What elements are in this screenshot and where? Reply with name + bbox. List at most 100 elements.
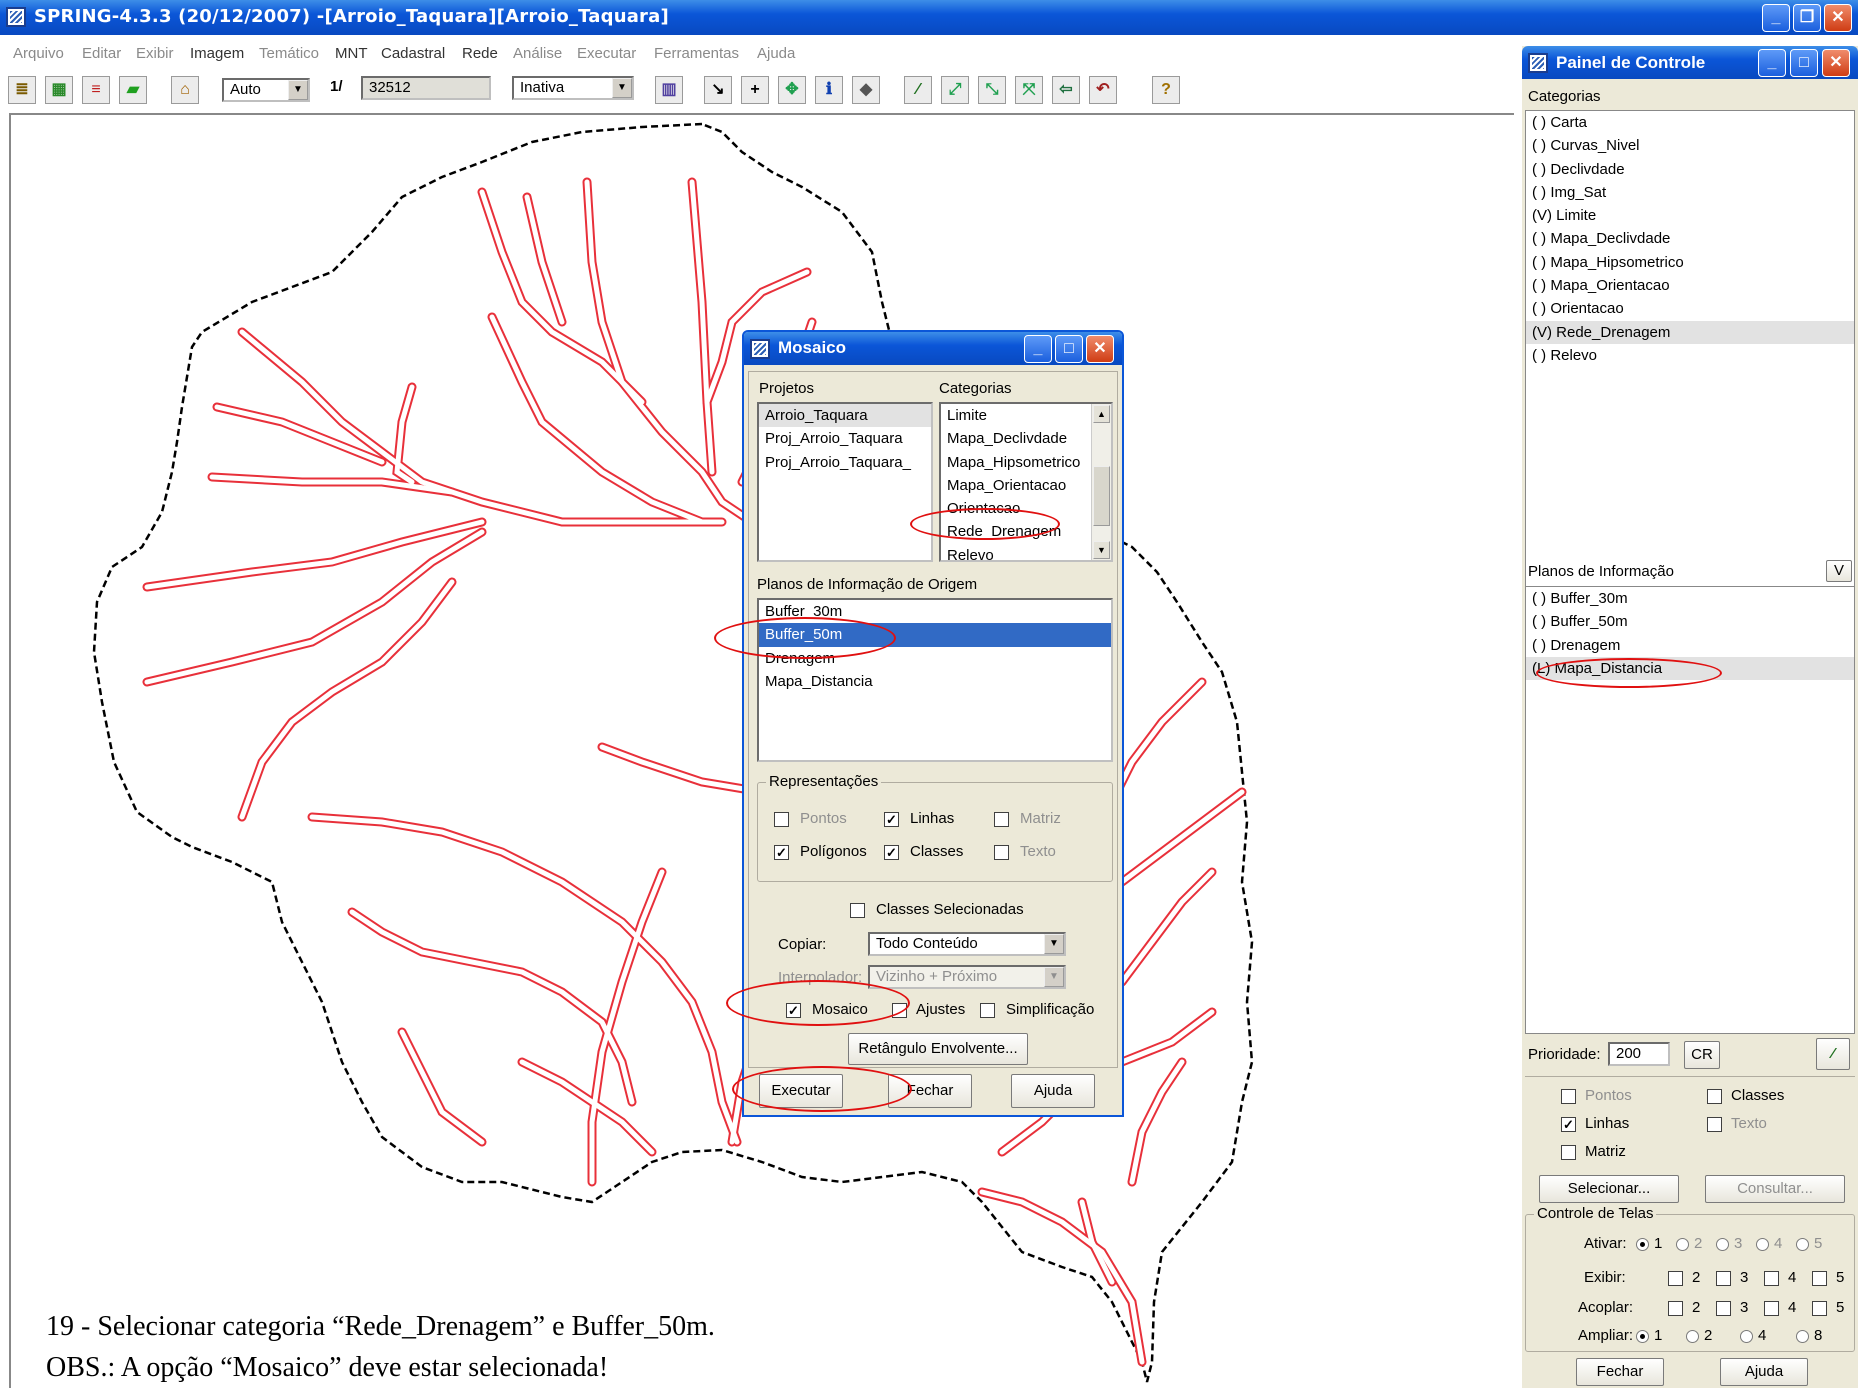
cursor-tool-icon[interactable]: ◆ <box>852 76 880 104</box>
ampliar-radio-1[interactable] <box>1636 1330 1649 1343</box>
list-item[interactable]: ( ) Declivdade <box>1526 158 1854 181</box>
menu-exibir[interactable]: Exibir <box>136 45 174 62</box>
list-item[interactable]: Mapa_Hipsometrico <box>941 451 1111 474</box>
exibir-checkbox-2[interactable] <box>1668 1271 1683 1286</box>
zoom-window-icon[interactable]: ⤧ <box>1015 76 1043 104</box>
zoom-in-icon[interactable]: ⤢ <box>941 76 969 104</box>
maximize-icon[interactable]: □ <box>1055 335 1083 363</box>
undo-icon[interactable]: ↶ <box>1089 76 1117 104</box>
ativar-radio-3[interactable] <box>1716 1238 1729 1251</box>
acoplar-checkbox-2[interactable] <box>1668 1301 1683 1316</box>
painel-ajuda-button[interactable]: Ajuda <box>1720 1358 1808 1386</box>
list-item-selected[interactable]: Buffer_50m <box>759 623 1111 647</box>
list-item[interactable]: Relevo <box>941 544 1111 560</box>
list-item[interactable]: Mapa_Orientacao <box>941 474 1111 497</box>
ampliar-radio-4[interactable] <box>1740 1330 1753 1343</box>
list-item[interactable]: ( ) Mapa_Declivdade <box>1526 227 1854 250</box>
list-item[interactable]: ( ) Img_Sat <box>1526 181 1854 204</box>
cross-icon[interactable]: + <box>741 76 769 104</box>
list-item[interactable]: ( ) Buffer_30m <box>1526 587 1854 610</box>
list-item[interactable]: ( ) Drenagem <box>1526 634 1854 657</box>
pontos-checkbox[interactable] <box>774 812 789 827</box>
acoplar-checkbox-5[interactable] <box>1812 1301 1827 1316</box>
list-item[interactable]: Mapa_Distancia <box>759 670 1111 693</box>
map-icon[interactable]: ⌂ <box>171 76 199 104</box>
list-item[interactable]: ( ) Mapa_Orientacao <box>1526 274 1854 297</box>
scroll-down-icon[interactable]: ▼ <box>1093 541 1110 559</box>
list-item[interactable]: Limite <box>941 404 1111 427</box>
menu-ajuda[interactable]: Ajuda <box>757 45 795 62</box>
close-icon[interactable]: ✕ <box>1086 335 1114 363</box>
menu-ferramentas[interactable]: Ferramentas <box>654 45 739 62</box>
help-icon[interactable]: ? <box>1152 76 1180 104</box>
scale-value-field[interactable]: 32512 <box>361 76 491 100</box>
acoplar-checkbox-4[interactable] <box>1764 1301 1779 1316</box>
list-item[interactable]: ( ) Orientacao <box>1526 297 1854 320</box>
scroll-up-icon[interactable]: ▲ <box>1093 405 1110 423</box>
minimize-icon[interactable]: _ <box>1024 335 1052 363</box>
menu-tematico[interactable]: Temático <box>259 45 319 62</box>
exibir-checkbox-5[interactable] <box>1812 1271 1827 1286</box>
painel-pontos-checkbox[interactable] <box>1561 1089 1576 1104</box>
edit-visual-icon[interactable]: ⁄ <box>1816 1038 1850 1070</box>
list-item[interactable]: ( ) Relevo <box>1526 344 1854 367</box>
menu-rede[interactable]: Rede <box>462 45 498 62</box>
exibir-checkbox-4[interactable] <box>1764 1271 1779 1286</box>
painel-planos-list[interactable]: ( ) Buffer_30m ( ) Buffer_50m ( ) Drenag… <box>1525 586 1855 1034</box>
list-item[interactable]: Mapa_Declivdade <box>941 427 1111 450</box>
list-item[interactable]: ( ) Buffer_50m <box>1526 610 1854 633</box>
minimize-icon[interactable]: _ <box>1762 4 1790 32</box>
close-icon[interactable]: ✕ <box>1824 4 1852 32</box>
categorias-scrollbar[interactable]: ▲ ▼ <box>1091 404 1111 560</box>
list-item[interactable]: ( ) Curvas_Nivel <box>1526 134 1854 157</box>
cr-button[interactable]: CR <box>1684 1041 1720 1069</box>
menu-arquivo[interactable]: Arquivo <box>13 45 64 62</box>
list-item[interactable]: (V) Limite <box>1526 204 1854 227</box>
exibir-checkbox-3[interactable] <box>1716 1271 1731 1286</box>
painel-texto-checkbox[interactable] <box>1707 1117 1722 1132</box>
matriz-checkbox[interactable] <box>994 812 1009 827</box>
scale-mode-select[interactable]: Auto ▼ <box>222 78 310 102</box>
mosaico-checkbox[interactable]: ✓ <box>786 1003 801 1018</box>
projetos-list[interactable]: Arroio_Taquara Proj_Arroio_Taquara Proj_… <box>757 402 933 562</box>
copiar-select[interactable]: Todo Conteúdo ▼ <box>868 932 1066 956</box>
zoom-extent-icon[interactable]: ↘ <box>704 76 732 104</box>
executar-button[interactable]: Executar <box>759 1074 843 1108</box>
cursor-mode-select[interactable]: Inativa ▼ <box>512 76 634 100</box>
list-item[interactable]: Rede_Drenagem <box>941 520 1111 543</box>
list-item[interactable]: Proj_Arroio_Taquara_ <box>759 451 931 474</box>
selecionar-button[interactable]: Selecionar... <box>1539 1175 1679 1203</box>
painel-linhas-checkbox[interactable]: ✓ <box>1561 1117 1576 1132</box>
list-item[interactable]: Arroio_Taquara <box>759 404 931 428</box>
classes-checkbox[interactable]: ✓ <box>884 845 899 860</box>
categorias-list[interactable]: Limite Mapa_Declivdade Mapa_Hipsometrico… <box>939 402 1113 562</box>
close-icon[interactable]: ✕ <box>1822 49 1850 77</box>
painel-matriz-checkbox[interactable] <box>1561 1145 1576 1160</box>
prioridade-input[interactable]: 200 <box>1608 1042 1670 1066</box>
pan-icon[interactable]: ✥ <box>778 76 806 104</box>
ampliar-radio-8[interactable] <box>1796 1330 1809 1343</box>
classes-selecionadas-checkbox[interactable] <box>850 903 865 918</box>
list-item[interactable]: Proj_Arroio_Taquara <box>759 427 931 450</box>
restore-icon[interactable]: ❐ <box>1793 4 1821 32</box>
back-arrow-icon[interactable]: ⇦ <box>1052 76 1080 104</box>
list-item[interactable]: Buffer_30m <box>759 600 1111 623</box>
edit-line-icon[interactable]: ⁄ <box>904 76 932 104</box>
maximize-icon[interactable]: □ <box>1790 49 1818 77</box>
list-item[interactable]: ( ) Mapa_Hipsometrico <box>1526 251 1854 274</box>
consultar-button[interactable]: Consultar... <box>1705 1175 1845 1203</box>
painel-categorias-list[interactable]: ( ) Carta ( ) Curvas_Nivel ( ) Declivdad… <box>1525 110 1855 610</box>
minimize-icon[interactable]: _ <box>1758 49 1786 77</box>
scroll-thumb[interactable] <box>1093 466 1110 526</box>
fechar-button[interactable]: Fechar <box>888 1074 972 1108</box>
interpolador-select[interactable]: Vizinho + Próximo ▼ <box>868 965 1066 989</box>
painel-fechar-button[interactable]: Fechar <box>1576 1358 1664 1386</box>
acoplar-checkbox-3[interactable] <box>1716 1301 1731 1316</box>
simplificacao-checkbox[interactable] <box>980 1003 995 1018</box>
ativar-radio-4[interactable] <box>1756 1238 1769 1251</box>
ativar-radio-5[interactable] <box>1796 1238 1809 1251</box>
ativar-radio-1[interactable] <box>1636 1238 1649 1251</box>
layers-icon[interactable]: ≡ <box>82 76 110 104</box>
project-icon[interactable]: ▦ <box>45 76 73 104</box>
zoom-out-icon[interactable]: ⤡ <box>978 76 1006 104</box>
